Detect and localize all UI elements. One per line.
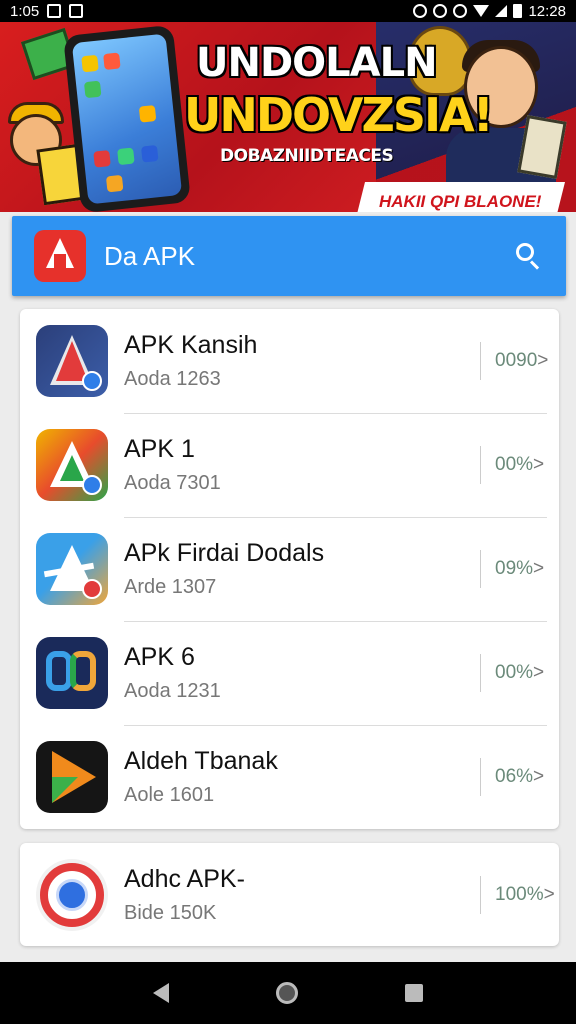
app-subtitle: Aoda 1231 [124,680,221,702]
apk-blue-a-icon [36,533,108,605]
list-item[interactable]: Adhc APK- Bide 150K 100%> [20,843,559,946]
app-progress-value: 00% [495,454,534,475]
app-header-bar: Da APK [12,216,566,296]
wifi-icon [473,5,490,17]
list-item[interactable]: APK 1 Aoda 7301 00%> [20,413,559,517]
apk-orange-arrow-icon [36,741,108,813]
apk-red-circle-icon [36,859,108,931]
banner-title-line2: UNDOVZSIA! [184,88,494,142]
system-nav-bar [0,962,576,1024]
divider [480,758,481,796]
app-progress-value: 06% [495,766,534,787]
alarm-icon [413,4,428,18]
status-bar: 1:05 12:28 [0,0,576,22]
battery-icon [513,4,523,18]
app-name: APK 1 [124,435,195,463]
divider [480,446,481,484]
status-time: 1:05 [10,2,40,20]
chevron-right-icon: > [533,766,545,787]
banner-title-line1: UNDOLALN [196,40,438,86]
data-saver-icon [453,4,468,18]
list-item[interactable]: APK Kansih Aoda 1263 0090> [20,309,559,413]
chevron-right-icon: > [537,350,549,371]
apk-as-icon [36,637,108,709]
app-subtitle: Aoda 7301 [124,472,221,494]
app-progress-value: 0090 [495,350,538,371]
banner-subtitle: DOBAZNIIDTEACES [220,146,394,166]
phone-illustration [62,24,192,212]
chevron-right-icon: > [533,454,545,475]
recent-apps-icon[interactable] [404,984,423,1002]
banner-cta-button[interactable]: HAKII QPI BLAONE! [355,182,565,212]
app-subtitle: Bide 150K [124,902,217,924]
chevron-right-icon: > [543,884,555,905]
divider [480,654,481,692]
app-subtitle: Aoda 1263 [124,368,221,390]
search-icon[interactable] [514,241,544,271]
apk-multicolor-a-icon [36,429,108,501]
app-progress: 100%> [495,884,559,906]
app-progress-value: 100% [495,884,544,905]
list-item[interactable]: APk Firdai Dodals Arde 1307 09%> [20,517,559,621]
app-list-card: APK Kansih Aoda 1263 0090> APK 1 Aoda 73… [20,309,559,829]
signal-icon [495,5,508,17]
gallery-notification-icon [47,4,62,18]
home-icon[interactable] [275,982,298,1004]
app-notification-icon [69,4,84,18]
app-name: Adhc APK- [124,865,245,893]
app-progress: 0090> [495,350,559,372]
promo-banner[interactable]: UNDOLALN UNDOVZSIA! DOBAZNIIDTEACES HAKI… [0,22,576,212]
app-progress: 00%> [495,662,559,684]
app-title: Da APK [104,240,196,271]
chevron-right-icon: > [533,558,545,579]
app-progress-value: 09% [495,558,534,579]
mute-icon [433,4,448,18]
banner-cta-label: HAKII QPI BLAONE! [378,192,542,211]
app-name: APk Firdai Dodals [124,539,325,567]
list-item[interactable]: APK 6 Aoda 1231 00%> [20,621,559,725]
divider [480,876,481,914]
app-name: Aldeh Tbanak [124,747,278,775]
app-progress-value: 00% [495,662,534,683]
app-name: APK 6 [124,643,195,671]
list-item[interactable]: Aldeh Tbanak Aole 1601 06%> [20,725,559,829]
app-subtitle: Aole 1601 [124,784,215,806]
chevron-right-icon: > [533,662,545,683]
app-subtitle: Arde 1307 [124,576,217,598]
app-progress: 09%> [495,558,559,580]
app-name: APK Kansih [124,331,258,359]
apk-red-a-icon [36,325,108,397]
status-clock: 12:28 [528,2,566,20]
divider [480,550,481,588]
app-logo-icon [34,230,86,282]
divider [480,342,481,380]
back-icon[interactable] [153,983,170,1003]
app-progress: 06%> [495,766,559,788]
app-progress: 00%> [495,454,559,476]
app-list-card-more: Adhc APK- Bide 150K 100%> [20,843,559,946]
